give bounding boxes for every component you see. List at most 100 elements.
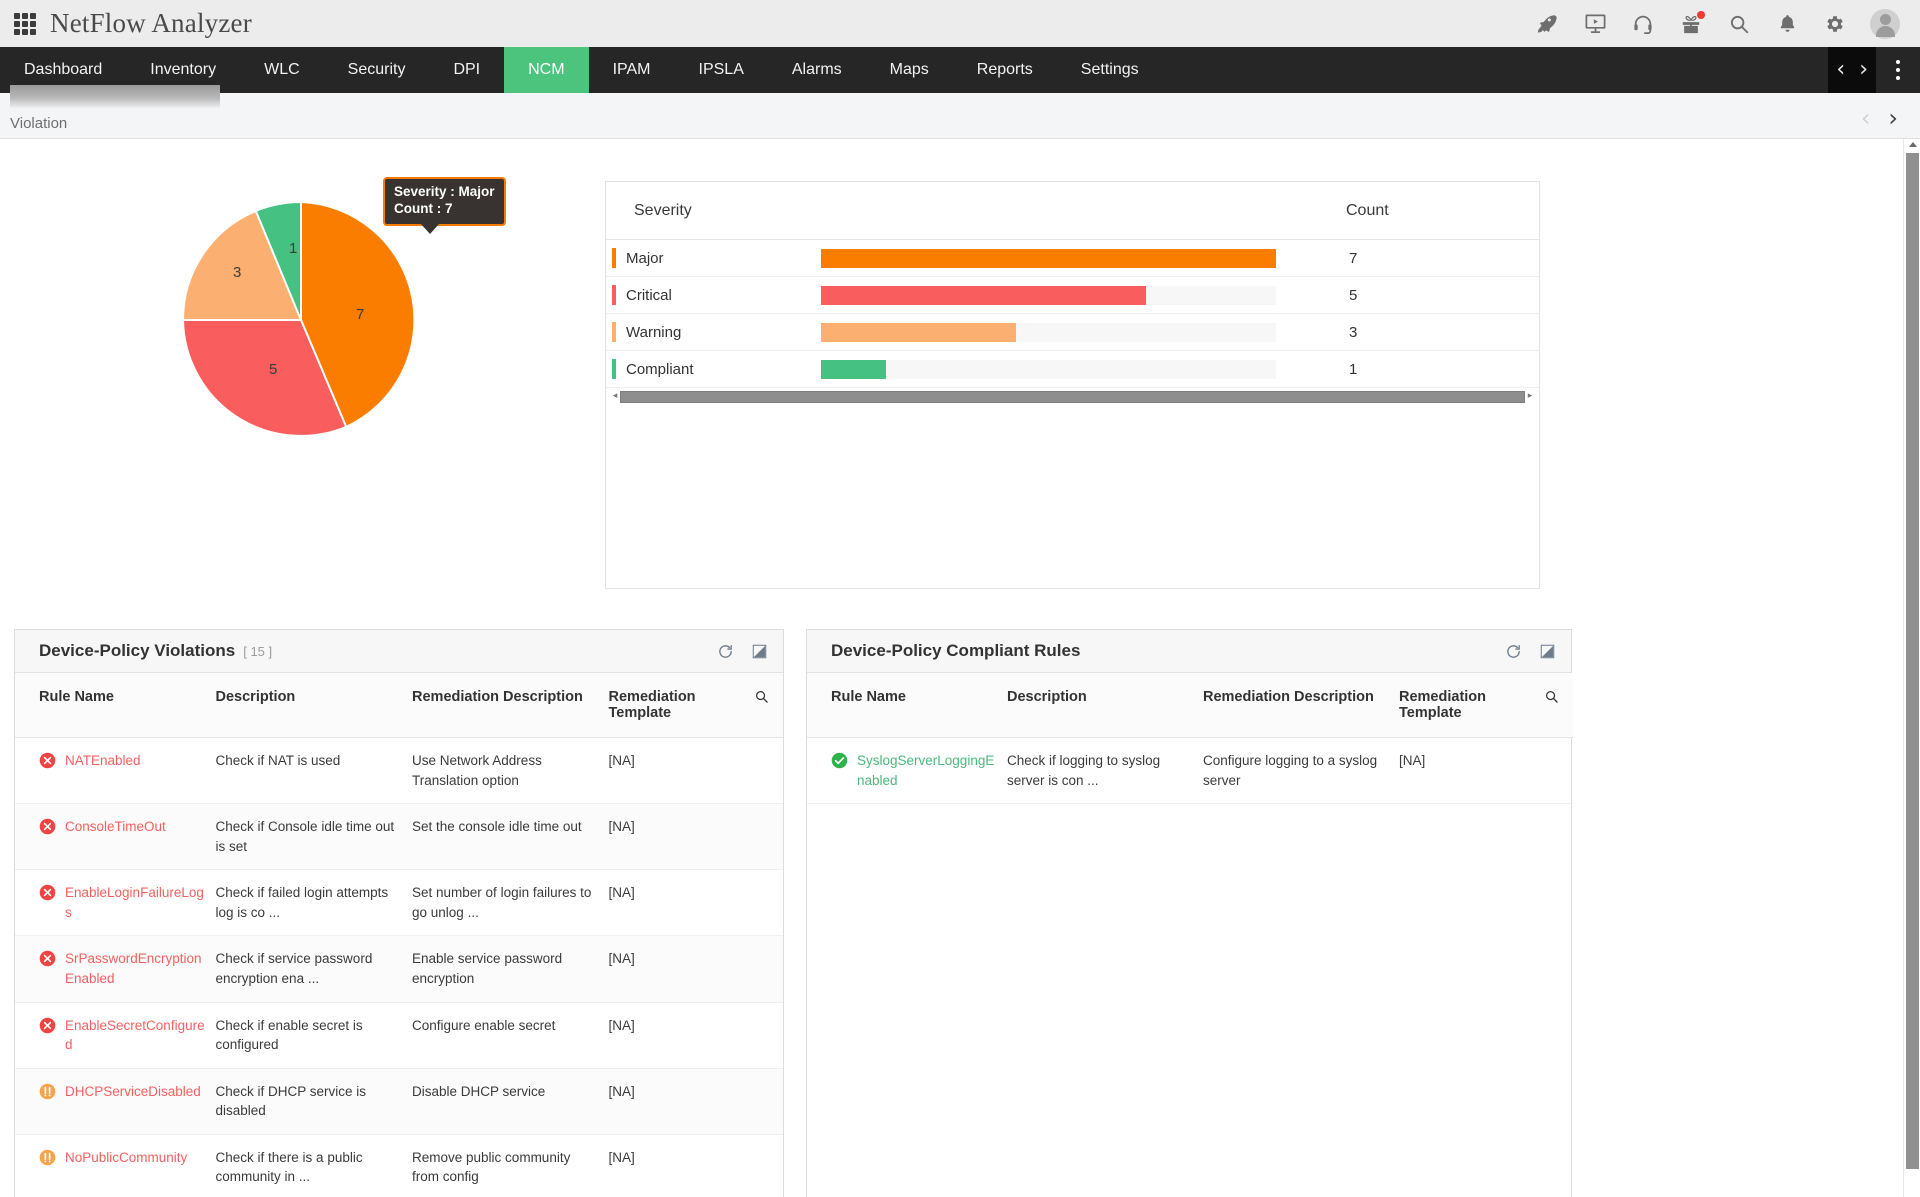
remediation-template: [NA] bbox=[609, 1134, 749, 1197]
rocket-icon[interactable] bbox=[1534, 11, 1560, 37]
rule-name-link[interactable]: EnableLoginFailureLogs bbox=[65, 883, 208, 922]
col-header-remediation-description[interactable]: Remediation Description bbox=[1203, 673, 1399, 738]
severity-color-tick bbox=[612, 322, 616, 342]
nav-item-security[interactable]: Security bbox=[324, 47, 430, 93]
row-spacer bbox=[749, 1002, 783, 1068]
gift-icon[interactable] bbox=[1678, 11, 1704, 37]
nav-item-settings[interactable]: Settings bbox=[1057, 47, 1163, 93]
severity-row-compliant[interactable]: Compliant 1 bbox=[606, 351, 1539, 388]
table-row[interactable]: EnableLoginFailureLogs Check if failed l… bbox=[15, 870, 783, 936]
remediation-description: Set the console idle time out bbox=[412, 804, 609, 870]
col-header-remediation-template[interactable]: Remediation Template bbox=[609, 673, 749, 738]
nav-prev-arrow-icon[interactable]: ‹ bbox=[1836, 59, 1845, 81]
pie-tooltip: Severity : Major Count : 7 bbox=[383, 177, 506, 226]
severity-bar-fill bbox=[821, 360, 886, 379]
pie-tooltip-line1: Severity : Major bbox=[394, 184, 495, 201]
refresh-icon[interactable] bbox=[1505, 643, 1522, 660]
rule-description: Check if DHCP service is disabled bbox=[216, 1068, 413, 1134]
breadcrumb: Violation bbox=[10, 115, 67, 132]
severity-horizontal-scrollbar[interactable]: ◂ ▸ bbox=[610, 390, 1535, 403]
severity-label: Major bbox=[626, 250, 664, 267]
col-header-description[interactable]: Description bbox=[216, 673, 413, 738]
table-row[interactable]: EnableSecretConfigured Check if enable s… bbox=[15, 1002, 783, 1068]
avatar[interactable] bbox=[1870, 9, 1900, 39]
breadcrumb-clipped-tab bbox=[10, 85, 220, 109]
nav-item-reports[interactable]: Reports bbox=[953, 47, 1057, 93]
col-header-remediation-template[interactable]: Remediation Template bbox=[1399, 673, 1539, 738]
rule-name-link[interactable]: NATEnabled bbox=[65, 751, 141, 771]
scrollbar-thumb[interactable] bbox=[1906, 153, 1919, 1169]
rule-name-link[interactable]: ConsoleTimeOut bbox=[65, 817, 166, 837]
search-icon[interactable] bbox=[1726, 11, 1752, 37]
severity-pie-widget: 7 5 3 1 Severity : Major Count : 7 bbox=[0, 157, 600, 589]
rule-name-link[interactable]: NoPublicCommunity bbox=[65, 1148, 187, 1168]
nav-item-wlc[interactable]: WLC bbox=[240, 47, 324, 93]
severity-row-major[interactable]: Major 7 bbox=[606, 240, 1539, 277]
severity-label: Warning bbox=[626, 324, 681, 341]
app-title: NetFlow Analyzer bbox=[50, 8, 252, 39]
table-row[interactable]: NoPublicCommunity Check if there is a pu… bbox=[15, 1134, 783, 1197]
rule-description: Check if failed login attempts log is co… bbox=[216, 870, 413, 936]
remediation-description: Configure logging to a syslog server bbox=[1203, 738, 1399, 804]
row-spacer bbox=[1539, 738, 1573, 804]
app-header: NetFlow Analyzer bbox=[0, 0, 1920, 47]
severity-row-warning[interactable]: Warning 3 bbox=[606, 314, 1539, 351]
table-search-icon[interactable] bbox=[749, 673, 783, 738]
nav-item-dpi[interactable]: DPI bbox=[429, 47, 504, 93]
rule-name-link[interactable]: SrPasswordEncryptionEnabled bbox=[65, 949, 208, 988]
pie-tooltip-line2: Count : 7 bbox=[394, 201, 495, 218]
row-spacer bbox=[749, 1134, 783, 1197]
scrollbar-thumb[interactable] bbox=[620, 391, 1525, 403]
subbar-prev-arrow-icon[interactable]: ‹ bbox=[1861, 106, 1871, 130]
nav-item-ipsla[interactable]: IPSLA bbox=[675, 47, 768, 93]
scroll-up-arrow-icon[interactable] bbox=[1909, 142, 1917, 147]
expand-icon[interactable] bbox=[752, 644, 767, 659]
severity-count: 3 bbox=[1276, 324, 1456, 341]
nav-item-alarms[interactable]: Alarms bbox=[768, 47, 866, 93]
remediation-template: [NA] bbox=[609, 1002, 749, 1068]
nav-overflow-menu-icon[interactable] bbox=[1876, 47, 1920, 93]
col-header-rule-name[interactable]: Rule Name bbox=[807, 673, 1007, 738]
severity-row-critical[interactable]: Critical 5 bbox=[606, 277, 1539, 314]
nav-next-arrow-icon[interactable]: › bbox=[1859, 59, 1868, 81]
nav-item-ipam[interactable]: IPAM bbox=[589, 47, 675, 93]
severity-bar-fill bbox=[821, 323, 1016, 342]
severity-count: 1 bbox=[1276, 361, 1456, 378]
compliant-panel-header: Device-Policy Compliant Rules bbox=[807, 630, 1571, 673]
compliant-rules-table: Rule Name Description Remediation Descri… bbox=[807, 673, 1573, 804]
scroll-right-arrow-icon[interactable]: ▸ bbox=[1525, 392, 1535, 401]
main-content: 7 5 3 1 Severity : Major Count : 7 Sever… bbox=[0, 139, 1920, 1197]
table-row[interactable]: DHCPServiceDisabled Check if DHCP servic… bbox=[15, 1068, 783, 1134]
severity-bar-track bbox=[821, 286, 1276, 305]
breadcrumb-bar: Violation ‹ › bbox=[0, 93, 1920, 139]
refresh-icon[interactable] bbox=[717, 643, 734, 660]
subbar-next-arrow-icon[interactable]: › bbox=[1888, 106, 1898, 130]
row-spacer bbox=[749, 870, 783, 936]
table-search-icon[interactable] bbox=[1539, 673, 1573, 738]
table-row[interactable]: NATEnabled Check if NAT is used Use Netw… bbox=[15, 738, 783, 804]
page-vertical-scrollbar[interactable] bbox=[1903, 139, 1920, 1197]
scroll-left-arrow-icon[interactable]: ◂ bbox=[610, 392, 620, 401]
bell-icon[interactable] bbox=[1774, 11, 1800, 37]
severity-label: Compliant bbox=[626, 361, 694, 378]
gear-icon[interactable] bbox=[1822, 11, 1848, 37]
table-row[interactable]: SrPasswordEncryptionEnabled Check if ser… bbox=[15, 936, 783, 1002]
expand-icon[interactable] bbox=[1540, 644, 1555, 659]
table-row[interactable]: SyslogServerLoggingEnabled Check if logg… bbox=[807, 738, 1573, 804]
table-row[interactable]: ConsoleTimeOut Check if Console idle tim… bbox=[15, 804, 783, 870]
warning-status-icon bbox=[39, 1149, 56, 1166]
nav-item-maps[interactable]: Maps bbox=[866, 47, 953, 93]
severity-color-tick bbox=[612, 248, 616, 268]
severity-column-header: Severity bbox=[606, 202, 1346, 220]
presentation-icon[interactable] bbox=[1582, 11, 1608, 37]
col-header-remediation-description[interactable]: Remediation Description bbox=[412, 673, 609, 738]
rule-name-link[interactable]: SyslogServerLoggingEnabled bbox=[857, 751, 999, 790]
col-header-description[interactable]: Description bbox=[1007, 673, 1203, 738]
rule-name-link[interactable]: EnableSecretConfigured bbox=[65, 1016, 208, 1055]
col-header-rule-name[interactable]: Rule Name bbox=[15, 673, 216, 738]
headset-icon[interactable] bbox=[1630, 11, 1656, 37]
nav-item-ncm[interactable]: NCM bbox=[504, 47, 588, 93]
rule-name-link[interactable]: DHCPServiceDisabled bbox=[65, 1082, 201, 1102]
apps-grid-icon[interactable] bbox=[14, 13, 36, 35]
summary-row: 7 5 3 1 Severity : Major Count : 7 Sever… bbox=[0, 139, 1920, 589]
